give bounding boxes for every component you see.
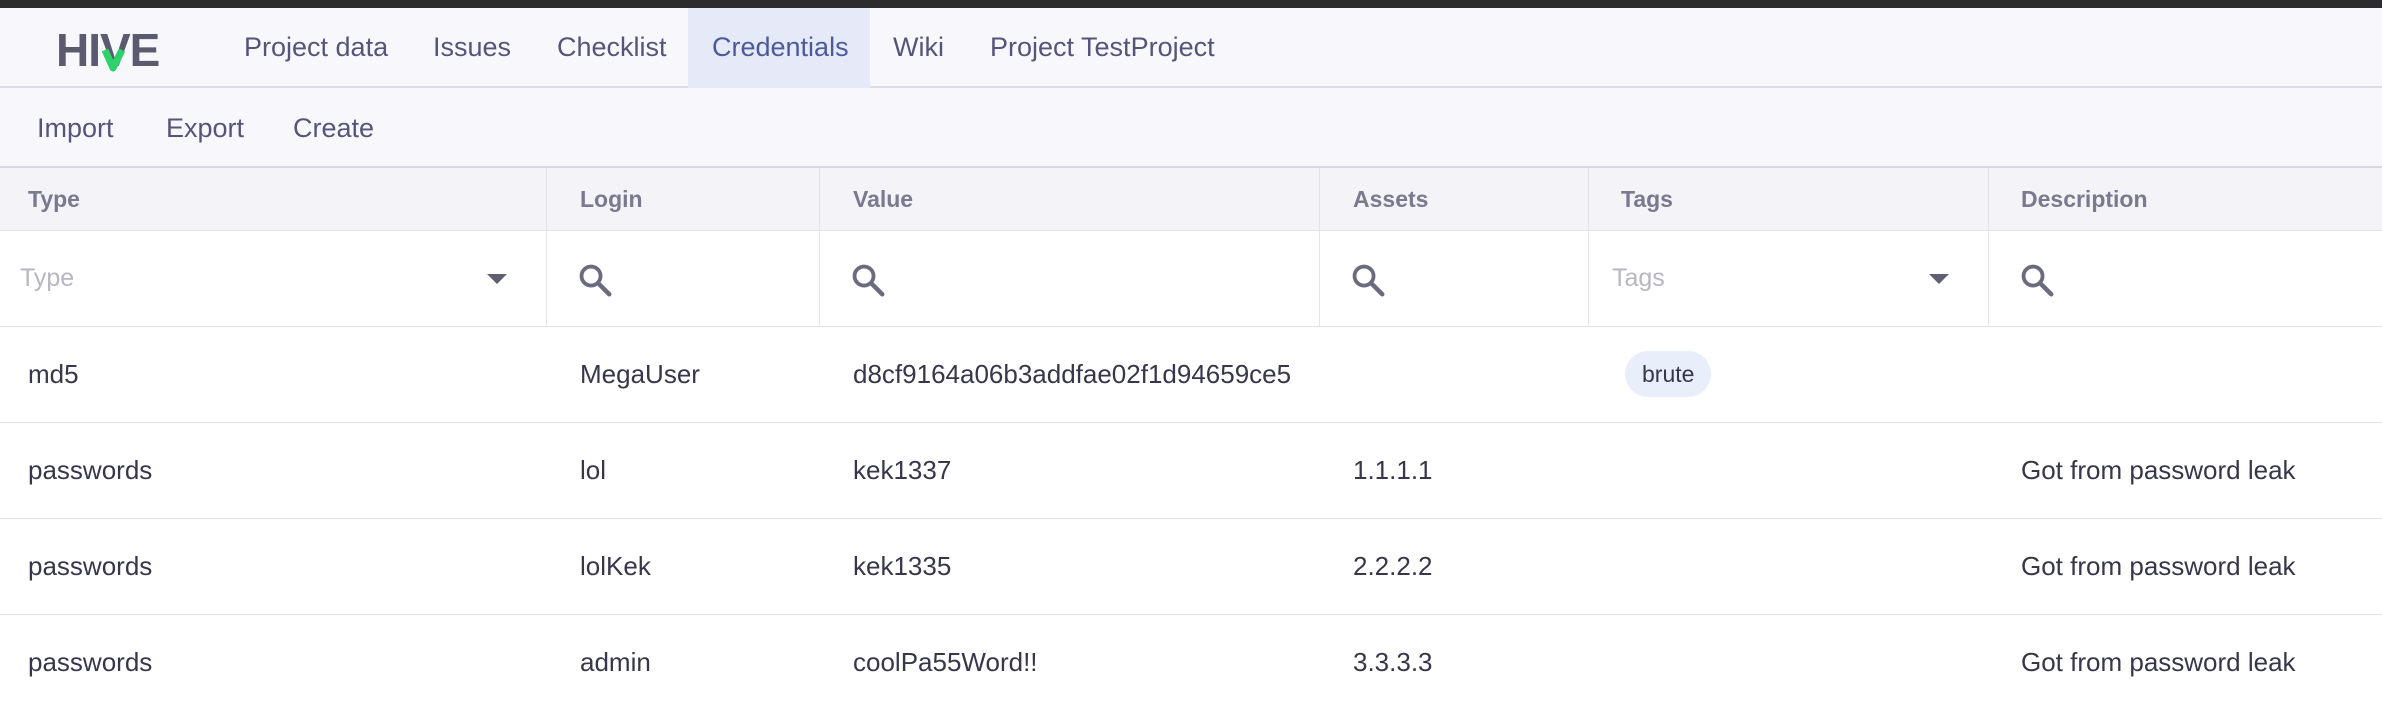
cell-type: passwords <box>28 647 153 677</box>
table-filter-row: Type Tags <box>0 231 2382 327</box>
search-icon[interactable] <box>849 261 887 299</box>
cell-login: lolKek <box>580 551 651 581</box>
cell-value: kek1337 <box>853 455 952 485</box>
credentials-toolbar: Import Export Create <box>0 88 2382 168</box>
column-header-description[interactable]: Description <box>2021 168 2148 230</box>
cell-login: admin <box>580 647 651 677</box>
cell-assets: 2.2.2.2 <box>1353 551 1433 581</box>
cell-description: Got from password leak <box>2021 647 2296 677</box>
column-divider[interactable] <box>546 168 547 327</box>
column-header-value[interactable]: Value <box>853 168 913 230</box>
table-row[interactable]: passwords lol kek1337 1.1.1.1 Got from p… <box>0 423 2382 519</box>
window-top-strip <box>0 0 2382 8</box>
description-filter-input[interactable] <box>1989 231 2382 326</box>
tab-wiki[interactable]: Wiki <box>869 8 968 88</box>
create-button[interactable]: Create <box>293 88 374 166</box>
chevron-down-icon <box>1929 274 1949 284</box>
tags-filter-select[interactable]: Tags <box>1589 231 1988 326</box>
cell-value: kek1335 <box>853 551 952 581</box>
table-row[interactable]: passwords lolKek kek1335 2.2.2.2 Got fro… <box>0 519 2382 615</box>
value-filter-input[interactable] <box>820 231 1319 326</box>
column-header-login[interactable]: Login <box>580 168 643 230</box>
assets-filter-input[interactable] <box>1320 231 1588 326</box>
type-filter-select[interactable]: Type <box>0 231 546 326</box>
cell-type: md5 <box>28 359 79 389</box>
cell-value: d8cf9164a06b3addfae02f1d94659ce5 <box>853 359 1292 389</box>
cell-value: coolPa55Word!! <box>853 647 1038 677</box>
column-divider[interactable] <box>1588 168 1589 327</box>
cell-description: Got from password leak <box>2021 551 2296 581</box>
column-header-tags[interactable]: Tags <box>1621 168 1673 230</box>
chevron-down-icon <box>487 274 507 284</box>
search-icon[interactable] <box>1349 261 1387 299</box>
cell-assets: 1.1.1.1 <box>1353 455 1433 485</box>
cell-description: Got from password leak <box>2021 455 2296 485</box>
tags-filter-placeholder: Tags <box>1612 264 1665 292</box>
import-button[interactable]: Import <box>37 88 114 166</box>
tag-chip[interactable]: brute <box>1625 351 1712 397</box>
hive-logo[interactable]: HIVE <box>56 26 160 74</box>
column-header-type[interactable]: Type <box>28 168 80 230</box>
cell-login: MegaUser <box>580 359 700 389</box>
search-icon[interactable] <box>576 261 614 299</box>
type-filter-placeholder: Type <box>20 264 75 292</box>
tab-project-testproject[interactable]: Project TestProject <box>966 8 1239 88</box>
tab-issues[interactable]: Issues <box>409 8 535 88</box>
tab-checklist[interactable]: Checklist <box>533 8 691 88</box>
top-navigation: HIVE Project data Issues Checklist Crede… <box>0 8 2382 88</box>
column-divider[interactable] <box>1319 168 1320 327</box>
table-row[interactable]: md5 MegaUser d8cf9164a06b3addfae02f1d946… <box>0 327 2382 423</box>
export-button[interactable]: Export <box>166 88 244 166</box>
cell-type: passwords <box>28 551 153 581</box>
table-header-row: Type Login Value Assets Tags Description <box>0 168 2382 231</box>
table-row[interactable]: passwords admin coolPa55Word!! 3.3.3.3 G… <box>0 615 2382 710</box>
cell-login: lol <box>580 455 607 485</box>
login-filter-input[interactable] <box>547 231 819 326</box>
cell-type: passwords <box>28 455 153 485</box>
cell-assets: 3.3.3.3 <box>1353 647 1433 677</box>
column-divider[interactable] <box>819 168 820 327</box>
tab-credentials[interactable]: Credentials <box>688 8 870 88</box>
column-header-assets[interactable]: Assets <box>1353 168 1428 230</box>
column-divider[interactable] <box>1988 168 1989 327</box>
tab-project-data[interactable]: Project data <box>220 8 412 88</box>
search-icon[interactable] <box>2018 261 2056 299</box>
